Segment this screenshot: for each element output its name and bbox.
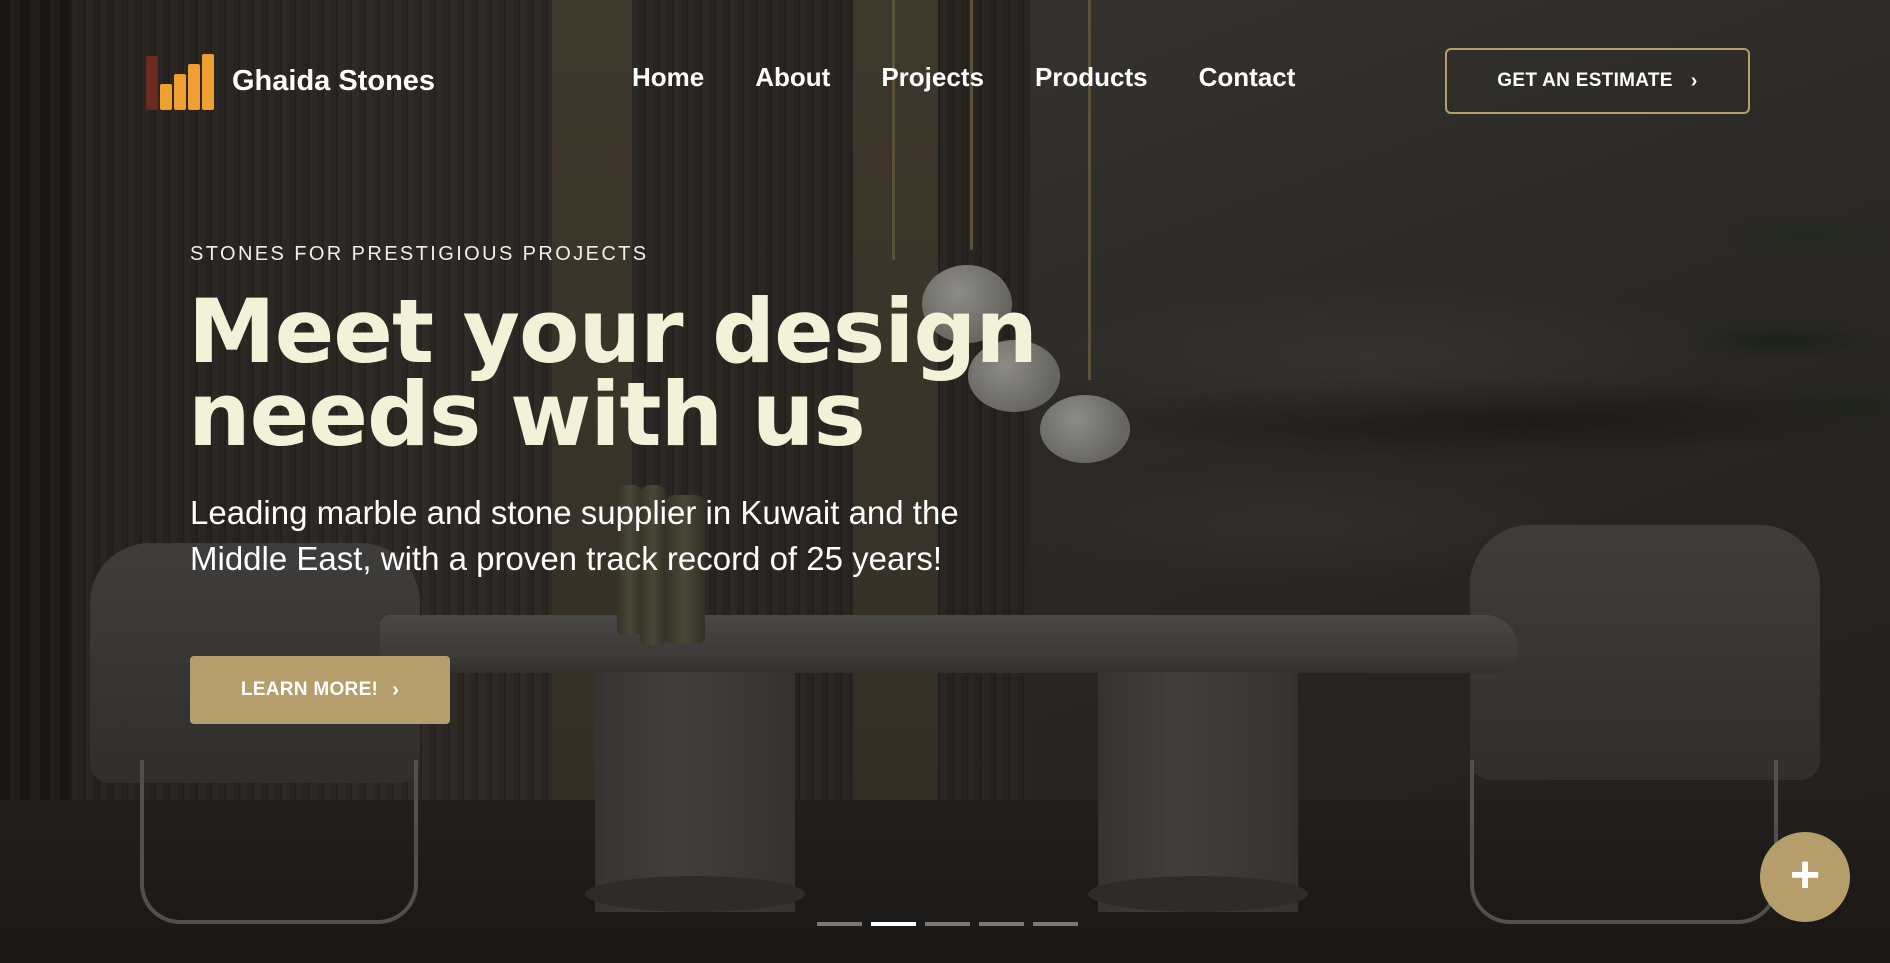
floating-action-button[interactable]: + [1760,832,1850,922]
get-estimate-button[interactable]: GET AN ESTIMATE › [1445,48,1750,114]
slider-dot-4[interactable] [979,922,1024,926]
slider-dot-5[interactable] [1033,922,1078,926]
hero-subtext: Leading marble and stone supplier in Kuw… [190,490,1090,582]
slider-pagination [817,922,1078,926]
nav-item-contact[interactable]: Contact [1199,62,1296,93]
nav-item-home[interactable]: Home [632,62,704,93]
bar-chart-logo-icon [146,52,216,110]
main-nav: Home About Projects Products Contact [632,62,1295,93]
chevron-right-icon: › [1690,69,1698,92]
hero-dark-overlay [0,0,1890,963]
hero-eyebrow: STONES FOR PRESTIGIOUS PROJECTS [190,243,649,265]
learn-more-button[interactable]: LEARN MORE! › [190,656,450,724]
chevron-right-icon: › [392,678,400,701]
slider-dot-2[interactable] [871,922,916,926]
nav-item-projects[interactable]: Projects [881,62,984,93]
nav-item-products[interactable]: Products [1035,62,1148,93]
hero-background [0,0,1890,963]
hero-subtext-line-1: Leading marble and stone supplier in Kuw… [190,494,959,531]
learn-more-label: LEARN MORE! [240,679,379,700]
brand-name: Ghaida Stones [232,64,436,97]
nav-item-about[interactable]: About [755,62,830,93]
brand[interactable]: Ghaida Stones [146,52,435,110]
plus-icon: + [1789,846,1821,904]
hero-headline-line-2: needs with us [188,363,866,466]
slider-dot-3[interactable] [925,922,970,926]
hero-headline: Meet your design needs with us [188,288,1088,459]
hero-subtext-line-2: Middle East, with a proven track record … [190,540,943,577]
slider-dot-1[interactable] [817,922,862,926]
get-estimate-label: GET AN ESTIMATE [1497,70,1673,91]
